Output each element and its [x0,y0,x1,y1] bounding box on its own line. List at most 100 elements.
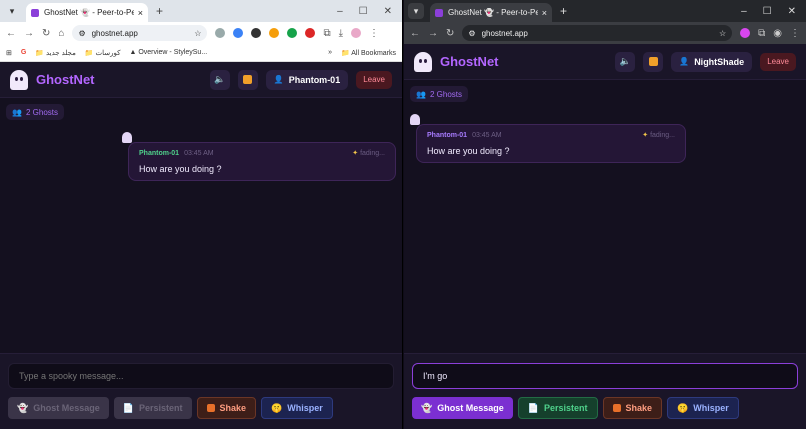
home-icon[interactable]: ⌂ [58,28,64,39]
message-composer: 👻 Ghost Message 📄 Persistent Shake 🤫 Whispe… [0,353,402,429]
ghost-avatar-icon [122,132,132,143]
person-icon: 👤 [679,57,690,66]
whisper-button[interactable]: 🤫 Whisper [261,397,333,419]
note-icon: 📄 [527,402,539,413]
bookmark-star-icon[interactable]: ☆ [194,29,201,38]
bookmark-label: Overview - StyleySu... [138,49,208,56]
message-text: How are you doing ? [427,146,510,156]
sparkle-icon: ✦ [352,150,359,157]
theme-toggle-button[interactable] [643,51,664,72]
shake-button[interactable]: Shake [196,397,257,419]
right-browser-window: ▾ GhostNet 👻 - Peer-to-Peer Gh × + – ☐ ✕… [404,0,806,429]
site-info-icon[interactable]: ⚙ [468,29,475,38]
ghost-count: 2 Ghosts [429,89,462,99]
whisper-button[interactable]: 🤫 Whisper [667,397,739,419]
tab-ghostnet[interactable]: GhostNet 👻 - Peer-to-Peer Gh × [430,3,552,22]
ghostnet-app: GhostNet 🔈 👤 NightShade Leave 👥 2 Ghosts P… [404,44,806,429]
status-text: fading... [360,150,385,157]
brand-title: GhostNet [440,54,499,69]
bookmark-label: All Bookmarks [351,49,396,57]
persistent-button[interactable]: 📄 Persistent [113,397,192,419]
extensions-puzzle-icon[interactable]: ⧉ [323,28,330,39]
bookmark-folder-2[interactable]: 📁 كورسات [85,49,121,57]
site-info-icon[interactable]: ⚙ [78,29,85,38]
status-text: fading... [650,132,675,139]
favicon-icon [435,8,443,17]
tab-search-icon[interactable]: ▾ [4,3,20,19]
people-icon: 👥 [416,89,426,99]
new-tab-icon[interactable]: + [156,4,163,18]
menu-kebab-icon[interactable]: ⋮ [790,28,800,39]
menu-kebab-icon[interactable]: ⋮ [369,28,379,39]
bookmarks-overflow-icon[interactable]: » [328,49,332,56]
maximize-icon[interactable]: ☐ [763,6,772,17]
username: NightShade [694,56,745,67]
reload-icon[interactable]: ↻ [446,28,454,39]
extension-icon[interactable] [251,28,262,38]
username: Phantom-01 [288,74,341,85]
theme-toggle-button[interactable] [237,69,258,90]
extension-icon[interactable] [233,28,244,38]
download-icon[interactable]: ⤓ [339,28,343,39]
note-icon: 📄 [122,402,134,413]
profile-avatar[interactable] [351,28,361,38]
persistent-button[interactable]: 📄 Persistent [517,397,598,419]
bookmark-overview[interactable]: ▲ Overview - StyleySu... [129,49,207,56]
message-input[interactable] [8,363,394,389]
ghost-message-button[interactable]: 👻 Ghost Message [8,397,109,419]
minimize-icon[interactable]: – [741,6,747,17]
extension-icon[interactable] [287,28,298,38]
close-window-icon[interactable]: ✕ [384,6,392,17]
theme-icon [648,57,658,66]
extension-icon[interactable] [215,28,226,38]
ghost-icon: 👻 [17,402,29,413]
close-tab-icon[interactable]: × [542,8,547,18]
person-icon: 👤 [273,75,284,84]
back-icon[interactable]: ← [6,28,16,39]
address-bar[interactable]: ⚙ ghostnet.app ☆ [72,25,208,41]
button-label: Ghost Message [437,403,504,413]
forward-icon[interactable]: → [428,28,438,39]
ghost-message-button[interactable]: 👻 Ghost Message [412,397,513,419]
maximize-icon[interactable]: ☐ [359,6,368,17]
bookmark-google-icon[interactable]: G [21,49,26,56]
message-sender: Phantom-01 [427,131,468,139]
back-icon[interactable]: ← [410,28,420,39]
shake-button[interactable]: Shake [602,397,663,419]
leave-button[interactable]: Leave [356,70,392,89]
profile-icon[interactable]: ◉ [773,28,782,39]
browser-toolbar: ← → ↻ ⌂ ⚙ ghostnet.app ☆ ⧉ ⤓ ⋮ [0,22,402,44]
button-label: Shake [219,403,247,413]
sound-toggle-button[interactable]: 🔈 [209,69,230,90]
all-bookmarks[interactable]: 📁 All Bookmarks [341,49,396,57]
bookmark-star-icon[interactable]: ☆ [719,29,726,38]
window-controls: – ☐ ✕ [337,6,402,17]
favicon-icon [31,8,39,17]
apps-grid-icon[interactable]: ⊞ [6,49,12,57]
message-input[interactable] [412,363,798,389]
bookmark-folder-1[interactable]: 📁 مجلد جديد [35,49,76,57]
message-sender: Phantom-01 [139,149,180,157]
forward-icon[interactable]: → [24,28,34,39]
extension-icon[interactable] [305,28,316,38]
sound-toggle-button[interactable]: 🔈 [615,51,636,72]
close-window-icon[interactable]: ✕ [788,6,796,17]
new-tab-icon[interactable]: + [560,4,567,18]
browser-toolbar: ← → ↻ ⚙ ghostnet.app ☆ ⧉ ◉ ⋮ [404,22,806,44]
extension-icon[interactable] [740,28,751,38]
fading-status: ✦ fading... [352,149,385,157]
ghost-count: 2 Ghosts [25,107,58,117]
speaker-icon: 🔈 [214,74,226,84]
address-bar[interactable]: ⚙ ghostnet.app ☆ [462,25,733,41]
close-tab-icon[interactable]: × [138,8,143,18]
tab-ghostnet[interactable]: GhostNet 👻 - Peer-to-Peer Gh × [26,3,148,22]
leave-button[interactable]: Leave [760,52,796,71]
ghost-logo-icon [10,69,28,90]
tab-search-icon[interactable]: ▾ [408,3,424,19]
extensions-puzzle-icon[interactable]: ⧉ [758,28,765,39]
extension-icon[interactable] [269,28,280,38]
minimize-icon[interactable]: – [337,6,343,17]
bookmark-label: مجلد جديد [46,49,76,57]
ghostnet-app: GhostNet 🔈 👤 Phantom-01 Leave 👥 2 Ghosts P… [0,62,402,429]
reload-icon[interactable]: ↻ [42,28,50,39]
